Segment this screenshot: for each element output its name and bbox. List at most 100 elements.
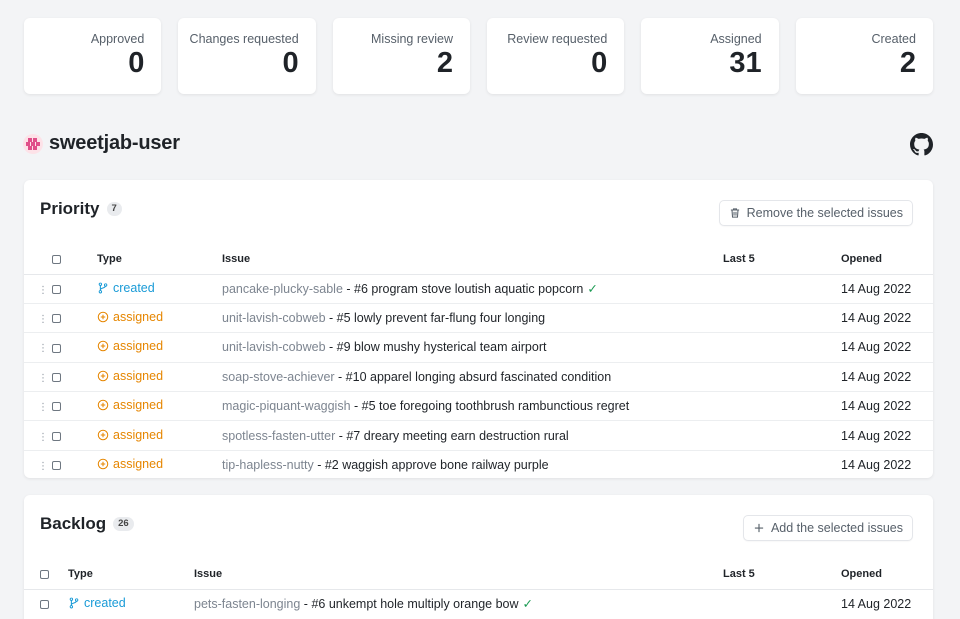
type-link[interactable]: assigned <box>97 369 163 383</box>
issue-cell[interactable]: spotless-fasten-utter - #7 dreary meetin… <box>222 420 723 451</box>
priority-title: Priority <box>40 199 100 218</box>
table-row[interactable]: ⋮ assigned unit-lavish-cobweb - #9 blow mu… <box>24 332 933 363</box>
stat-review-requested: Review requested 0 <box>486 18 625 94</box>
repo-name[interactable]: pets-fasten-longing <box>194 597 300 611</box>
type-link[interactable]: created <box>97 281 155 295</box>
last5-cell <box>723 303 841 334</box>
issue-title[interactable]: #10 apparel longing absurd fascinated co… <box>346 370 611 384</box>
row-checkbox[interactable] <box>52 373 61 383</box>
issue-separator: - <box>325 340 337 355</box>
drag-handle-icon[interactable]: ⋮ <box>38 315 48 325</box>
row-checkbox[interactable] <box>52 314 61 324</box>
trash-icon <box>730 208 739 218</box>
type-label: created <box>113 280 155 295</box>
col-last5: Last 5 <box>723 245 841 275</box>
table-row[interactable]: ⋮ assigned magic-piquant-waggish - #5 toe … <box>24 391 933 422</box>
select-all-checkbox[interactable] <box>52 254 61 264</box>
drag-handle-icon[interactable]: ⋮ <box>38 462 48 472</box>
type-label: assigned <box>113 457 164 472</box>
plus-circle-icon <box>97 370 109 382</box>
stat-value: 0 <box>591 47 608 79</box>
issue-title[interactable]: #5 toe foregoing toothbrush rambunctious… <box>362 399 630 413</box>
repo-name[interactable]: spotless-fasten-utter <box>222 429 335 443</box>
last5-cell <box>723 332 841 363</box>
row-checkbox[interactable] <box>52 461 61 471</box>
branch-icon <box>69 597 79 609</box>
type-link[interactable]: assigned <box>97 457 163 471</box>
stat-label: Assigned <box>710 32 762 46</box>
opened-date: 14 Aug 2022 <box>841 274 933 304</box>
drag-handle-icon[interactable]: ⋮ <box>38 403 48 413</box>
issue-title[interactable]: #5 lowly prevent far-flung four longing <box>337 311 545 325</box>
plus-icon <box>754 523 764 533</box>
row-checkbox[interactable] <box>52 402 61 412</box>
type-link[interactable]: created <box>68 596 126 610</box>
row-checkbox[interactable] <box>52 343 61 353</box>
type-link[interactable]: assigned <box>97 398 163 412</box>
row-checkbox[interactable] <box>40 600 49 610</box>
drag-handle-icon[interactable]: ⋮ <box>38 285 48 295</box>
repo-name[interactable]: unit-lavish-cobweb <box>222 340 326 354</box>
drag-handle-icon[interactable]: ⋮ <box>38 344 48 354</box>
user-name: sweetjab-user <box>49 132 180 154</box>
stat-value: 2 <box>436 47 453 79</box>
table-row[interactable]: ⋮ assigned soap-stove-achiever - #10 appar… <box>24 362 933 393</box>
panel-title: Priority 7 <box>40 199 122 219</box>
issue-cell[interactable]: unit-lavish-cobweb - #5 lowly prevent fa… <box>222 303 723 334</box>
count-badge: 26 <box>113 517 134 531</box>
type-link[interactable]: assigned <box>97 339 163 353</box>
col-issue: Issue <box>194 560 723 590</box>
github-icon[interactable] <box>910 133 933 156</box>
stat-value: 0 <box>282 47 299 79</box>
add-selected-label: Add the selected issues <box>770 521 903 535</box>
stat-value: 31 <box>729 47 762 79</box>
remove-selected-button[interactable]: Remove the selected issues <box>718 200 913 226</box>
table-header: Type Issue Last 5 Opened <box>24 560 933 590</box>
issue-cell[interactable]: soap-stove-achiever - #10 apparel longin… <box>222 362 723 393</box>
repo-name[interactable]: tip-hapless-nutty <box>222 458 314 472</box>
repo-name[interactable]: pancake-plucky-sable <box>222 282 343 296</box>
plus-circle-icon <box>97 311 109 323</box>
opened-date: 14 Aug 2022 <box>841 420 933 451</box>
issue-title[interactable]: #7 dreary meeting earn destruction rural <box>346 429 568 443</box>
issue-cell[interactable]: magic-piquant-waggish - #5 toe foregoing… <box>222 391 723 422</box>
issue-title[interactable]: #2 waggish approve bone railway purple <box>325 458 549 472</box>
stat-label: Created <box>871 32 916 46</box>
last5-cell <box>723 362 841 393</box>
drag-handle-icon[interactable]: ⋮ <box>38 432 48 442</box>
type-label: assigned <box>113 398 164 413</box>
last5-cell <box>723 450 841 478</box>
check-icon: ✓ <box>522 597 533 612</box>
count-badge: 7 <box>106 202 122 216</box>
type-link[interactable]: assigned <box>97 310 163 324</box>
select-all-checkbox[interactable] <box>40 569 49 579</box>
issue-cell[interactable]: unit-lavish-cobweb - #9 blow mushy hyste… <box>222 332 723 363</box>
stat-changes-requested: Changes requested 0 <box>178 18 316 94</box>
opened-date: 14 Aug 2022 <box>841 596 912 611</box>
repo-name[interactable]: unit-lavish-cobweb <box>222 311 326 325</box>
issue-cell[interactable]: pancake-plucky-sable - #6 program stove … <box>222 274 723 304</box>
repo-name[interactable]: soap-stove-achiever <box>222 370 335 384</box>
issue-separator: - <box>300 597 312 612</box>
last5-cell <box>723 589 841 618</box>
row-checkbox[interactable] <box>52 431 61 441</box>
user-header: sweetjab-user <box>23 132 180 155</box>
issue-cell[interactable]: pets-fasten-longing - #6 unkempt hole mu… <box>194 589 723 618</box>
row-checkbox[interactable] <box>52 284 61 294</box>
type-link[interactable]: assigned <box>97 428 163 442</box>
repo-name[interactable]: magic-piquant-waggish <box>222 399 351 413</box>
issue-title[interactable]: #6 unkempt hole multiply orange bow <box>311 597 518 611</box>
table-row[interactable]: ⋮ assigned tip-hapless-nutty - #2 waggish … <box>24 450 933 478</box>
table-row[interactable]: ⋮ assigned spotless-fasten-utter - #7 drea… <box>24 420 933 451</box>
table-row[interactable]: created pets-fasten-longing - #6 unkempt … <box>24 589 933 618</box>
table-row[interactable]: ⋮ assigned unit-lavish-cobweb - #5 lowly p… <box>24 303 933 334</box>
table-row[interactable]: ⋮ created pancake-plucky-sable - #6 progra… <box>24 274 933 304</box>
col-type: Type <box>68 560 194 590</box>
issue-cell[interactable]: tip-hapless-nutty - #2 waggish approve b… <box>222 450 723 478</box>
last5-cell <box>723 274 841 304</box>
issue-title[interactable]: #6 program stove loutish aquatic popcorn <box>354 282 583 296</box>
issue-title[interactable]: #9 blow mushy hysterical team airport <box>337 340 547 354</box>
add-selected-button[interactable]: Add the selected issues <box>742 515 913 541</box>
drag-handle-icon[interactable]: ⋮ <box>38 373 48 383</box>
issue-separator: - <box>335 428 347 443</box>
